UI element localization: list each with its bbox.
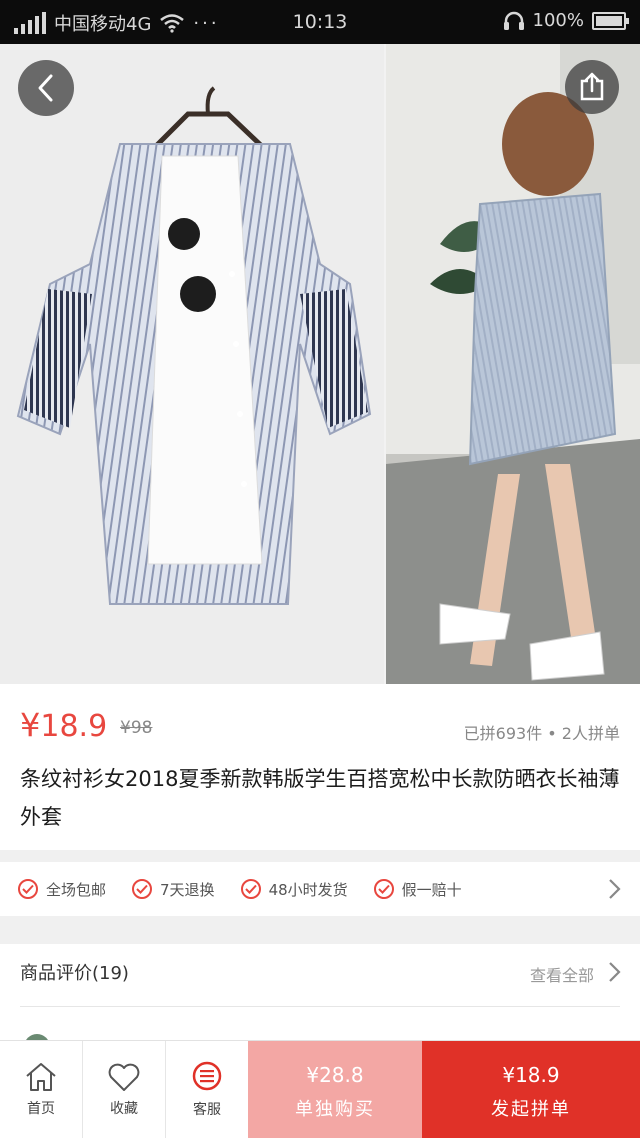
check-circle-icon bbox=[132, 879, 153, 899]
group-buy-button[interactable]: ¥18.9 发起拼单 bbox=[422, 1041, 640, 1138]
service-item: 假一赔十 bbox=[373, 879, 462, 900]
price-symbol: ¥ bbox=[20, 706, 41, 744]
tab-service-label: 客服 bbox=[193, 1102, 221, 1118]
service-item: 48小时发货 bbox=[240, 879, 348, 900]
chat-icon bbox=[192, 1061, 222, 1091]
product-image[interactable] bbox=[0, 44, 640, 684]
check-circle-icon bbox=[240, 879, 261, 899]
chevron-left-icon bbox=[38, 74, 53, 102]
reviews-label: 商品评价(19) bbox=[20, 963, 129, 984]
service-label: 48小时发货 bbox=[268, 880, 348, 899]
group-buy-price: ¥18.9 bbox=[502, 1063, 560, 1087]
tab-home[interactable]: 首页 bbox=[0, 1041, 82, 1138]
service-item: 7天退换 bbox=[132, 879, 215, 900]
product-title: 条纹衬衫女2018夏季新款韩版学生百搭宽松中长款防晒衣长袖薄外套 bbox=[20, 767, 620, 829]
buy-alone-label: 单独购买 bbox=[295, 1099, 375, 1120]
back-button[interactable] bbox=[18, 60, 74, 116]
share-icon bbox=[580, 72, 604, 101]
check-circle-icon bbox=[18, 879, 38, 899]
check-circle-icon bbox=[373, 879, 394, 899]
service-label: 全场包邮 bbox=[46, 880, 107, 899]
section-separator bbox=[0, 916, 640, 944]
section-separator bbox=[0, 850, 640, 862]
reviews-header[interactable]: 商品评价(19) 查看全部 bbox=[0, 944, 640, 1000]
see-all-link[interactable]: 查看全部 bbox=[530, 962, 594, 986]
divider bbox=[20, 1006, 620, 1007]
buy-alone-price: ¥28.8 bbox=[306, 1063, 364, 1087]
bottom-action-bar: 首页 收藏 客服 ¥28.8 单独购买 ¥18.9 发起拼单 bbox=[0, 1040, 640, 1138]
status-bar: 中国移动4G ··· 10:13 100% bbox=[0, 0, 640, 44]
home-icon bbox=[26, 1063, 56, 1091]
share-button[interactable] bbox=[565, 60, 619, 114]
tab-favorite-label: 收藏 bbox=[110, 1101, 138, 1117]
buy-alone-button[interactable]: ¥28.8 单独购买 bbox=[248, 1041, 422, 1138]
original-price: ¥98 bbox=[120, 718, 153, 738]
service-item: 全场包邮 bbox=[18, 879, 106, 900]
service-guarantees[interactable]: 全场包邮 7天退换 48小时发货 假一赔十 bbox=[0, 862, 640, 916]
price-row: ¥18.9 ¥98 已拼693件 • 2人拼单 bbox=[0, 700, 640, 748]
product-photo bbox=[0, 44, 640, 684]
battery-icon bbox=[592, 11, 629, 30]
status-right: 100% bbox=[503, 10, 629, 31]
battery-percent: 100% bbox=[532, 10, 584, 31]
sales-info: 已拼693件 • 2人拼单 bbox=[463, 724, 620, 743]
tab-favorite[interactable]: 收藏 bbox=[83, 1041, 165, 1138]
tab-home-label: 首页 bbox=[27, 1101, 55, 1117]
heart-icon bbox=[108, 1063, 140, 1091]
group-buy-label: 发起拼单 bbox=[491, 1099, 571, 1120]
headset-icon bbox=[503, 11, 524, 30]
current-price: ¥18.9 bbox=[20, 706, 107, 744]
chevron-right-icon bbox=[609, 962, 621, 982]
chevron-right-icon bbox=[609, 879, 621, 899]
service-label: 7天退换 bbox=[160, 880, 215, 899]
service-label: 假一赔十 bbox=[401, 880, 462, 899]
price-value: 18.9 bbox=[40, 709, 108, 744]
tab-service[interactable]: 客服 bbox=[166, 1041, 248, 1138]
